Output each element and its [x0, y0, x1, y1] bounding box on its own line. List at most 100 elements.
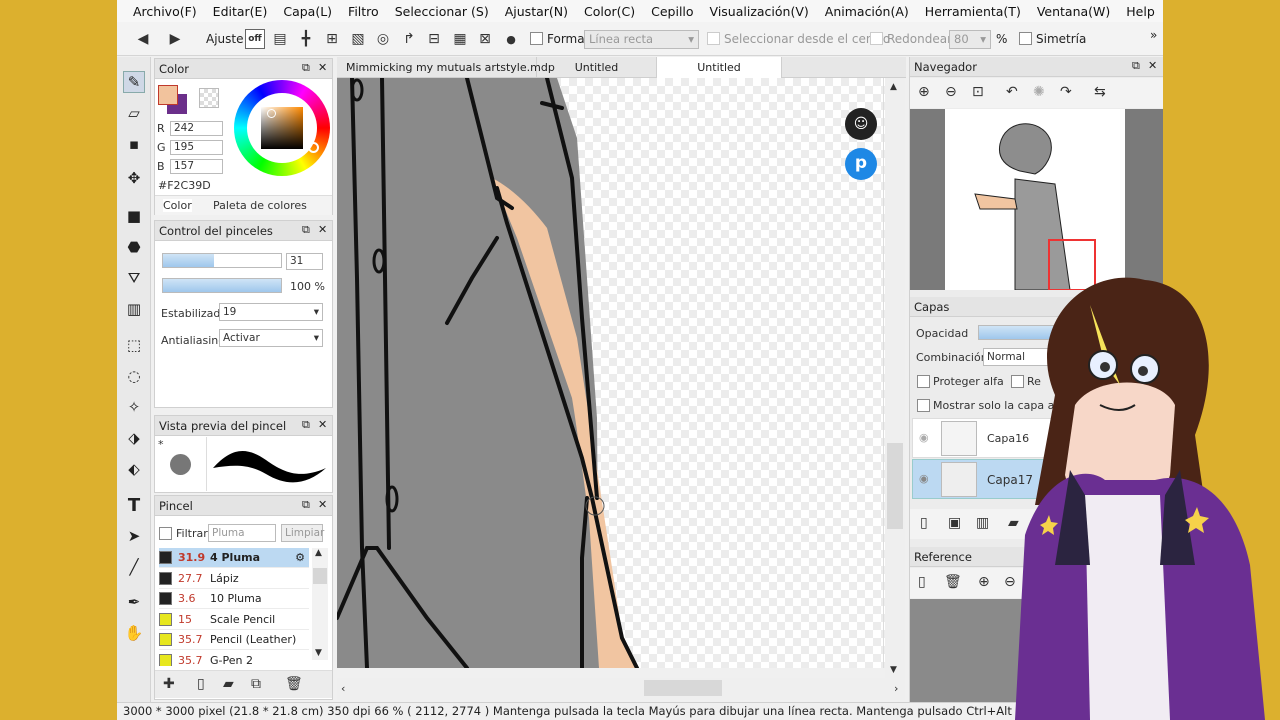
chevron-up-icon[interactable]: ▲: [890, 82, 897, 92]
zoom-in-icon[interactable]: ⊕: [978, 574, 990, 590]
canvas-vscroll-thumb[interactable]: [887, 443, 903, 529]
select-center-checkbox[interactable]: [707, 32, 720, 45]
r-input[interactable]: 242: [170, 121, 223, 136]
size-slider[interactable]: [162, 253, 282, 268]
dot-tool-icon[interactable]: ▪: [123, 133, 145, 155]
show-only-active-checkbox[interactable]: [917, 399, 930, 412]
menu-help[interactable]: Help: [1118, 4, 1163, 19]
bucket-tool-icon[interactable]: ⛛: [123, 267, 145, 289]
brush-item[interactable]: 3.6 10 Pluma: [159, 589, 309, 609]
transparent-color-swatch[interactable]: [199, 88, 219, 108]
chevron-left-icon[interactable]: ‹: [341, 682, 345, 695]
new-halftone-layer-icon[interactable]: ▣: [948, 515, 961, 531]
menu-seleccionar[interactable]: Seleccionar (S): [387, 4, 497, 19]
brush-filter-input[interactable]: Pluma: [208, 524, 276, 542]
rectangle-fill-icon[interactable]: ■: [123, 205, 145, 227]
brush-item[interactable]: 35.7 G-Pen 2: [159, 651, 309, 666]
duplicate-icon[interactable]: ⧉: [251, 676, 261, 692]
medibang-cloud-icon[interactable]: p: [845, 148, 877, 180]
rect-select-icon[interactable]: ⬚: [123, 334, 145, 356]
new-reference-icon[interactable]: ▯: [918, 574, 926, 590]
snap-diagonal-icon[interactable]: ▧: [348, 29, 368, 49]
new-1bit-layer-icon[interactable]: ▥: [976, 515, 989, 531]
float-icon[interactable]: ⧉: [302, 418, 310, 432]
brush-item-selected[interactable]: 31.9 4 Pluma ⚙: [159, 548, 309, 568]
menu-herramienta[interactable]: Herramienta(T): [917, 4, 1029, 19]
menu-capa[interactable]: Capa(L): [275, 4, 340, 19]
brush-filter-checkbox[interactable]: [159, 527, 172, 540]
snap-perspective2-icon[interactable]: ⊠: [475, 29, 495, 49]
antialias-select[interactable]: Activar ▾: [219, 329, 323, 347]
canvas-hscrollbar[interactable]: ‹ ›: [337, 678, 905, 700]
brush-item[interactable]: 27.7 Lápiz: [159, 569, 309, 589]
protect-alpha-checkbox[interactable]: [917, 375, 930, 388]
snap-dot-icon[interactable]: ●: [501, 29, 521, 49]
divide-tool-icon[interactable]: ╱: [123, 556, 145, 578]
new-file-icon[interactable]: ▯: [197, 676, 205, 692]
select-eraser-icon[interactable]: ⬖: [123, 458, 145, 480]
menu-animacion[interactable]: Animación(A): [817, 4, 917, 19]
snap-concentric-icon[interactable]: ◎: [373, 29, 393, 49]
new-layer-icon[interactable]: ▯: [920, 515, 928, 531]
menu-cepillo[interactable]: Cepillo: [643, 4, 701, 19]
snap-curve-icon[interactable]: ↱: [399, 29, 419, 49]
menu-archivo[interactable]: Archivo(F): [125, 4, 205, 19]
hue-wheel[interactable]: [234, 80, 330, 176]
tab-document-3[interactable]: Untitled: [657, 57, 782, 78]
lasso-select-icon[interactable]: ◌: [123, 365, 145, 387]
chevron-down-icon[interactable]: ▼: [890, 665, 897, 675]
redondear-checkbox[interactable]: [870, 32, 883, 45]
gradient-tool-icon[interactable]: ▥: [123, 298, 145, 320]
snap-perspective-icon[interactable]: ⊟: [424, 29, 444, 49]
zoom-out-icon[interactable]: ⊖: [945, 84, 957, 100]
eye-icon[interactable]: ◉: [919, 472, 929, 485]
menu-ventana[interactable]: Ventana(W): [1029, 4, 1118, 19]
drawing-canvas[interactable]: ☺ p: [337, 78, 885, 668]
brush-list-scrollbar[interactable]: ▲ ▼: [312, 548, 328, 660]
simetria-checkbox[interactable]: [1019, 32, 1032, 45]
close-icon[interactable]: ✕: [318, 61, 327, 74]
menu-color[interactable]: Color(C): [576, 4, 643, 19]
eyedropper-tool-icon[interactable]: ✒: [123, 591, 145, 613]
canvas-hscroll-thumb[interactable]: [644, 680, 722, 696]
snap-vanish-icon[interactable]: ⊞: [322, 29, 342, 49]
rotate-reset-icon[interactable]: ✺: [1033, 84, 1045, 100]
shape-fill-icon[interactable]: ⬣: [123, 236, 145, 258]
close-icon[interactable]: ✕: [318, 223, 327, 236]
tab-document-2[interactable]: Untitled: [537, 57, 657, 78]
float-icon[interactable]: ⧉: [1132, 59, 1140, 73]
chevron-right-icon[interactable]: ›: [894, 682, 898, 695]
redo-icon[interactable]: ▶: [165, 29, 185, 49]
flip-icon[interactable]: ⇆: [1094, 84, 1106, 100]
navigator-preview[interactable]: [910, 109, 1163, 291]
menu-ajustar[interactable]: Ajustar(N): [497, 4, 576, 19]
snap-grid-icon[interactable]: ▦: [450, 29, 470, 49]
redondear-select[interactable]: 80 ▾: [949, 30, 991, 49]
forma-select[interactable]: Línea recta ▾: [584, 30, 699, 49]
canvas-vscrollbar[interactable]: ▲ ▼: [885, 78, 905, 678]
select-pen-icon[interactable]: ⬗: [123, 427, 145, 449]
snap-off-button[interactable]: off: [245, 29, 265, 49]
trash-icon[interactable]: 🗑: [944, 574, 962, 590]
hand-tool-icon[interactable]: ✋: [123, 622, 145, 644]
brush-tool-icon[interactable]: ✎: [123, 71, 145, 93]
rotate-right-icon[interactable]: ↷: [1060, 84, 1072, 100]
brush-settings-icon[interactable]: ⚙: [295, 551, 305, 564]
float-icon[interactable]: ⧉: [302, 223, 310, 237]
stabilizer-select[interactable]: 19 ▾: [219, 303, 323, 321]
eraser-tool-icon[interactable]: ▱: [123, 102, 145, 124]
menu-visualizacion[interactable]: Visualización(V): [702, 4, 817, 19]
add-brush-icon[interactable]: ✚: [163, 676, 175, 692]
snap-parallel-icon[interactable]: ▤: [270, 29, 290, 49]
eye-icon[interactable]: ◉: [919, 431, 929, 444]
text-tool-icon[interactable]: T: [123, 494, 145, 516]
rotate-left-icon[interactable]: ↶: [1006, 84, 1018, 100]
tab-palette[interactable]: Paleta de colores: [213, 199, 307, 212]
primary-color-swatch[interactable]: [158, 85, 178, 105]
chevron-up-icon[interactable]: ▲: [315, 548, 322, 558]
tab-color[interactable]: Color: [163, 199, 192, 212]
brush-item[interactable]: 15 Scale Pencil: [159, 610, 309, 630]
zoom-fit-icon[interactable]: ⊡: [972, 84, 984, 100]
cloud-avatar-icon[interactable]: ☺: [845, 108, 877, 140]
brush-list-scroll-thumb[interactable]: [313, 568, 327, 584]
